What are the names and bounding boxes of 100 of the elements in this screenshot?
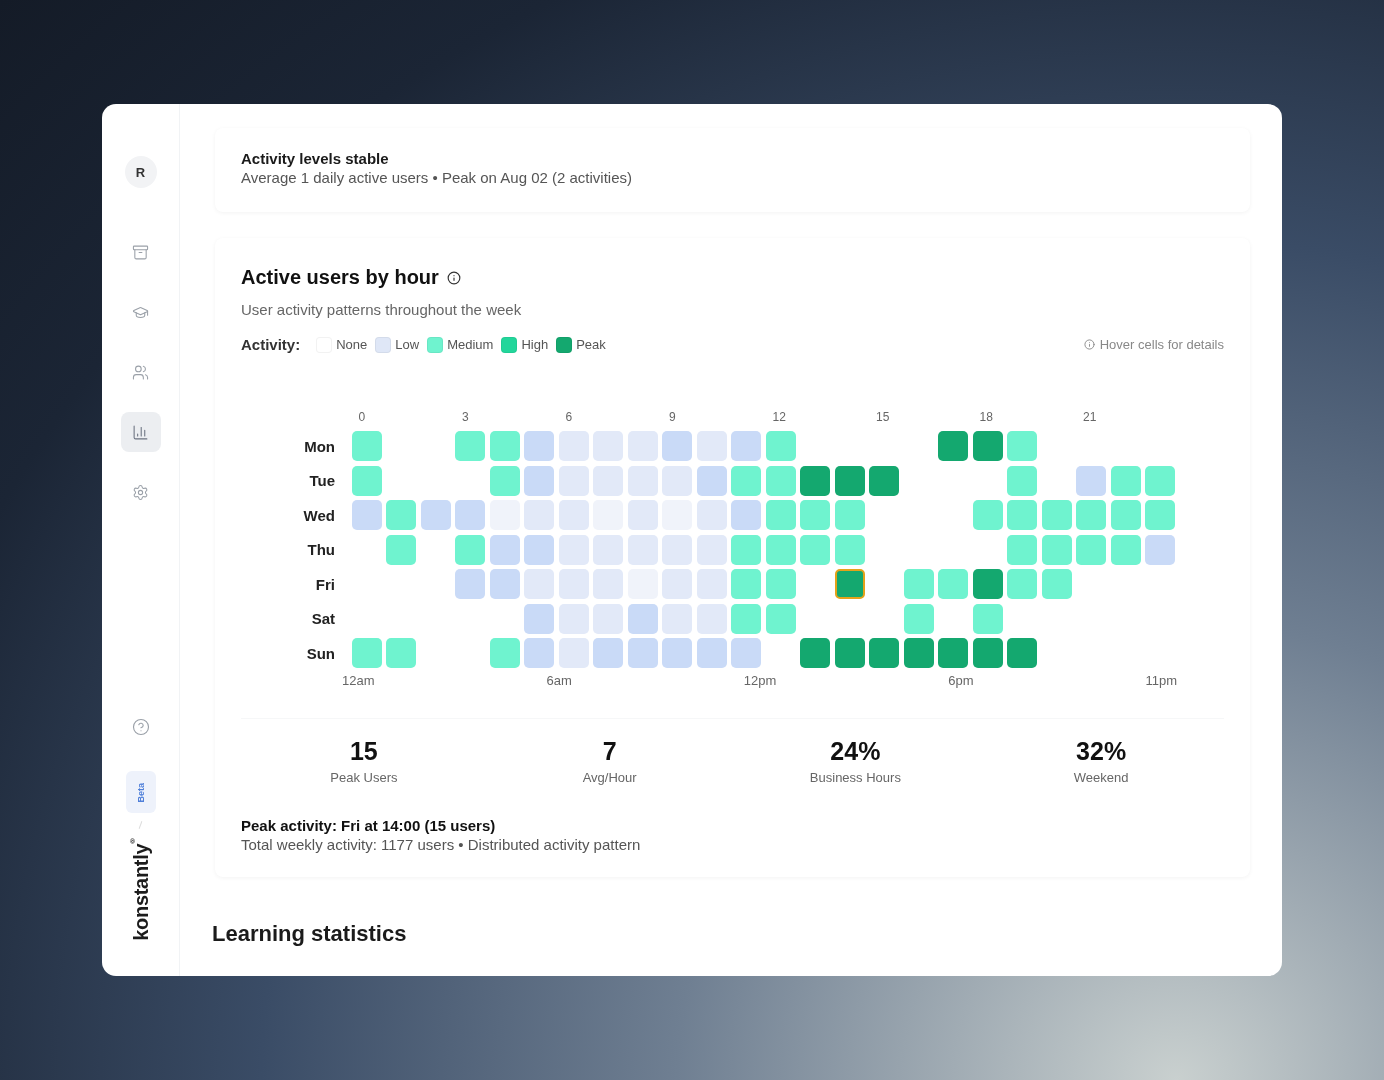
heatmap-cell[interactable] xyxy=(938,638,968,669)
heatmap-cell[interactable] xyxy=(627,431,658,462)
heatmap-cell[interactable] xyxy=(731,534,761,565)
heatmap-cell[interactable] xyxy=(765,500,796,531)
heatmap-cell[interactable] xyxy=(489,569,520,600)
heatmap-cell[interactable] xyxy=(696,465,727,496)
heatmap-cell[interactable] xyxy=(662,569,692,600)
info-icon[interactable] xyxy=(446,270,461,285)
heatmap-cell[interactable] xyxy=(972,431,1003,462)
heatmap-cell[interactable] xyxy=(351,500,382,531)
heatmap-cell[interactable] xyxy=(420,500,451,531)
heatmap-cell[interactable] xyxy=(593,465,623,496)
heatmap-cell[interactable] xyxy=(627,534,658,565)
heatmap-cell[interactable] xyxy=(800,500,830,531)
heatmap-cell[interactable] xyxy=(524,500,554,531)
heatmap-cell[interactable] xyxy=(351,431,382,462)
heatmap-cell[interactable] xyxy=(489,638,520,669)
heatmap-cell[interactable] xyxy=(765,569,796,600)
heatmap-cell[interactable] xyxy=(1041,500,1072,531)
heatmap-cell[interactable] xyxy=(1007,638,1037,669)
heatmap-cell[interactable] xyxy=(489,465,520,496)
heatmap-cell[interactable] xyxy=(386,638,416,669)
heatmap-cell[interactable] xyxy=(765,603,796,634)
heatmap-cell[interactable] xyxy=(351,465,382,496)
heatmap-cell[interactable] xyxy=(593,431,623,462)
heatmap-cell[interactable] xyxy=(558,569,589,600)
heatmap-cell[interactable] xyxy=(662,603,692,634)
heatmap-cell[interactable] xyxy=(1076,465,1106,496)
heatmap-cell[interactable] xyxy=(593,534,623,565)
heatmap-cell[interactable] xyxy=(593,603,623,634)
heatmap-cell[interactable] xyxy=(869,638,899,669)
heatmap-cell[interactable] xyxy=(558,465,589,496)
heatmap-cell[interactable] xyxy=(558,534,589,565)
heatmap-cell[interactable] xyxy=(903,569,934,600)
heatmap-cell[interactable] xyxy=(627,603,658,634)
heatmap-cell[interactable] xyxy=(524,534,554,565)
heatmap-cell[interactable] xyxy=(938,569,968,600)
heatmap-cell[interactable] xyxy=(972,603,1003,634)
heatmap-cell[interactable] xyxy=(662,431,692,462)
heatmap-cell[interactable] xyxy=(1110,534,1141,565)
heatmap-cell[interactable] xyxy=(627,465,658,496)
heatmap-cell[interactable] xyxy=(455,534,485,565)
heatmap-cell[interactable] xyxy=(800,638,830,669)
heatmap-cell[interactable] xyxy=(731,431,761,462)
heatmap-cell[interactable] xyxy=(834,569,865,600)
heatmap-cell[interactable] xyxy=(903,603,934,634)
heatmap-cell[interactable] xyxy=(386,500,416,531)
heatmap-cell[interactable] xyxy=(731,569,761,600)
heatmap-cell[interactable] xyxy=(731,465,761,496)
heatmap-cell[interactable] xyxy=(938,431,968,462)
heatmap-cell[interactable] xyxy=(1007,534,1037,565)
heatmap-cell[interactable] xyxy=(972,569,1003,600)
heatmap-cell[interactable] xyxy=(524,638,554,669)
heatmap-cell[interactable] xyxy=(524,465,554,496)
heatmap-cell[interactable] xyxy=(696,431,727,462)
heatmap-cell[interactable] xyxy=(765,534,796,565)
user-avatar[interactable]: R xyxy=(124,156,157,188)
heatmap-cell[interactable] xyxy=(455,431,485,462)
heatmap-cell[interactable] xyxy=(869,465,899,496)
heatmap-cell[interactable] xyxy=(834,465,865,496)
heatmap-cell[interactable] xyxy=(696,569,727,600)
heatmap-cell[interactable] xyxy=(662,638,692,669)
heatmap-cell[interactable] xyxy=(696,638,727,669)
heatmap-cell[interactable] xyxy=(903,638,934,669)
heatmap-cell[interactable] xyxy=(696,603,727,634)
heatmap-cell[interactable] xyxy=(593,638,623,669)
heatmap-cell[interactable] xyxy=(1145,465,1175,496)
heatmap-cell[interactable] xyxy=(627,638,658,669)
heatmap-cell[interactable] xyxy=(800,534,830,565)
sidebar-nav-button[interactable] xyxy=(120,412,161,452)
heatmap-cell[interactable] xyxy=(1110,465,1141,496)
heatmap-cell[interactable] xyxy=(1076,534,1106,565)
heatmap-cell[interactable] xyxy=(627,500,658,531)
heatmap-cell[interactable] xyxy=(351,638,382,669)
heatmap-cell[interactable] xyxy=(489,534,520,565)
heatmap-cell[interactable] xyxy=(558,500,589,531)
heatmap-cell[interactable] xyxy=(662,534,692,565)
heatmap-cell[interactable] xyxy=(455,500,485,531)
heatmap-cell[interactable] xyxy=(1041,569,1072,600)
heatmap-cell[interactable] xyxy=(1041,534,1072,565)
heatmap-cell[interactable] xyxy=(834,638,865,669)
heatmap-cell[interactable] xyxy=(1007,431,1037,462)
heatmap-cell[interactable] xyxy=(524,603,554,634)
heatmap-cell[interactable] xyxy=(593,569,623,600)
heatmap-cell[interactable] xyxy=(489,431,520,462)
heatmap-cell[interactable] xyxy=(558,603,589,634)
heatmap-cell[interactable] xyxy=(1007,465,1037,496)
heatmap-cell[interactable] xyxy=(455,569,485,600)
heatmap-cell[interactable] xyxy=(1145,500,1175,531)
heatmap-cell[interactable] xyxy=(800,465,830,496)
heatmap-cell[interactable] xyxy=(524,431,554,462)
heatmap-cell[interactable] xyxy=(765,431,796,462)
heatmap-cell[interactable] xyxy=(765,465,796,496)
heatmap-cell[interactable] xyxy=(834,500,865,531)
heatmap-cell[interactable] xyxy=(558,638,589,669)
heatmap-cell[interactable] xyxy=(696,534,727,565)
heatmap-cell[interactable] xyxy=(386,534,416,565)
heatmap-cell[interactable] xyxy=(1145,534,1175,565)
heatmap-cell[interactable] xyxy=(972,500,1003,531)
heatmap-cell[interactable] xyxy=(731,638,761,669)
